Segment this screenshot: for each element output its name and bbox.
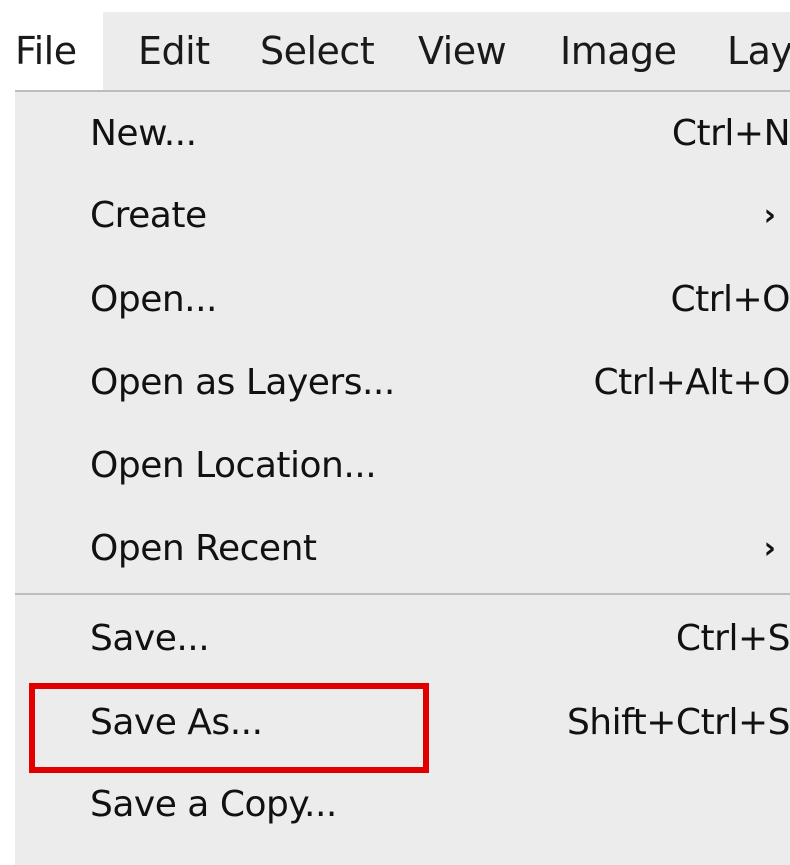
menubar-image[interactable]: Image — [560, 28, 677, 74]
menubar-view[interactable]: View — [418, 28, 507, 74]
menu-item-label: Open as Layers... — [90, 362, 395, 403]
menu-item-save-a-copy[interactable]: Save a Copy... — [15, 763, 790, 845]
menu-item-create[interactable]: Create › — [15, 174, 790, 256]
menu-item-open-location[interactable]: Open Location... — [15, 424, 790, 506]
menu-item-open-recent[interactable]: Open Recent › — [15, 507, 790, 589]
menu-item-label: New... — [90, 113, 197, 154]
chevron-right-icon: › — [763, 531, 776, 566]
menu-item-save[interactable]: Save... Ctrl+S — [15, 597, 790, 679]
menubar-layer[interactable]: Lay — [727, 28, 790, 74]
menu-item-open[interactable]: Open... Ctrl+O — [15, 258, 790, 340]
menubar-select[interactable]: Select — [260, 28, 375, 74]
menu-item-shortcut: Ctrl+O — [670, 279, 790, 320]
menu-item-shortcut: Ctrl+S — [675, 618, 790, 659]
menu-bar: File Edit Select View Image Lay — [15, 12, 790, 92]
menu-item-new[interactable]: New... Ctrl+N — [15, 92, 790, 174]
menu-item-label: Save... — [90, 618, 210, 659]
menu-item-shortcut: Ctrl+Alt+O — [593, 362, 790, 403]
app-window: File Edit Select View Image Lay New... C… — [15, 12, 790, 865]
file-menu: New... Ctrl+N Create › Open... Ctrl+O Op… — [15, 92, 790, 865]
menu-item-label: Open Recent — [90, 528, 317, 569]
menu-item-label: Open Location... — [90, 445, 377, 486]
menu-item-label: Save a Copy... — [90, 784, 337, 825]
menubar-edit[interactable]: Edit — [138, 28, 210, 74]
menubar-file[interactable]: File — [15, 12, 103, 90]
highlight-annotation — [29, 683, 429, 773]
chevron-right-icon: › — [763, 198, 776, 233]
menu-item-shortcut: Ctrl+N — [671, 113, 790, 154]
menu-item-shortcut: Shift+Ctrl+S — [566, 702, 790, 743]
menu-item-label: Open... — [90, 279, 217, 320]
menu-item-label: Create — [90, 195, 207, 236]
menu-separator — [15, 593, 790, 595]
menu-item-open-as-layers[interactable]: Open as Layers... Ctrl+Alt+O — [15, 341, 790, 423]
